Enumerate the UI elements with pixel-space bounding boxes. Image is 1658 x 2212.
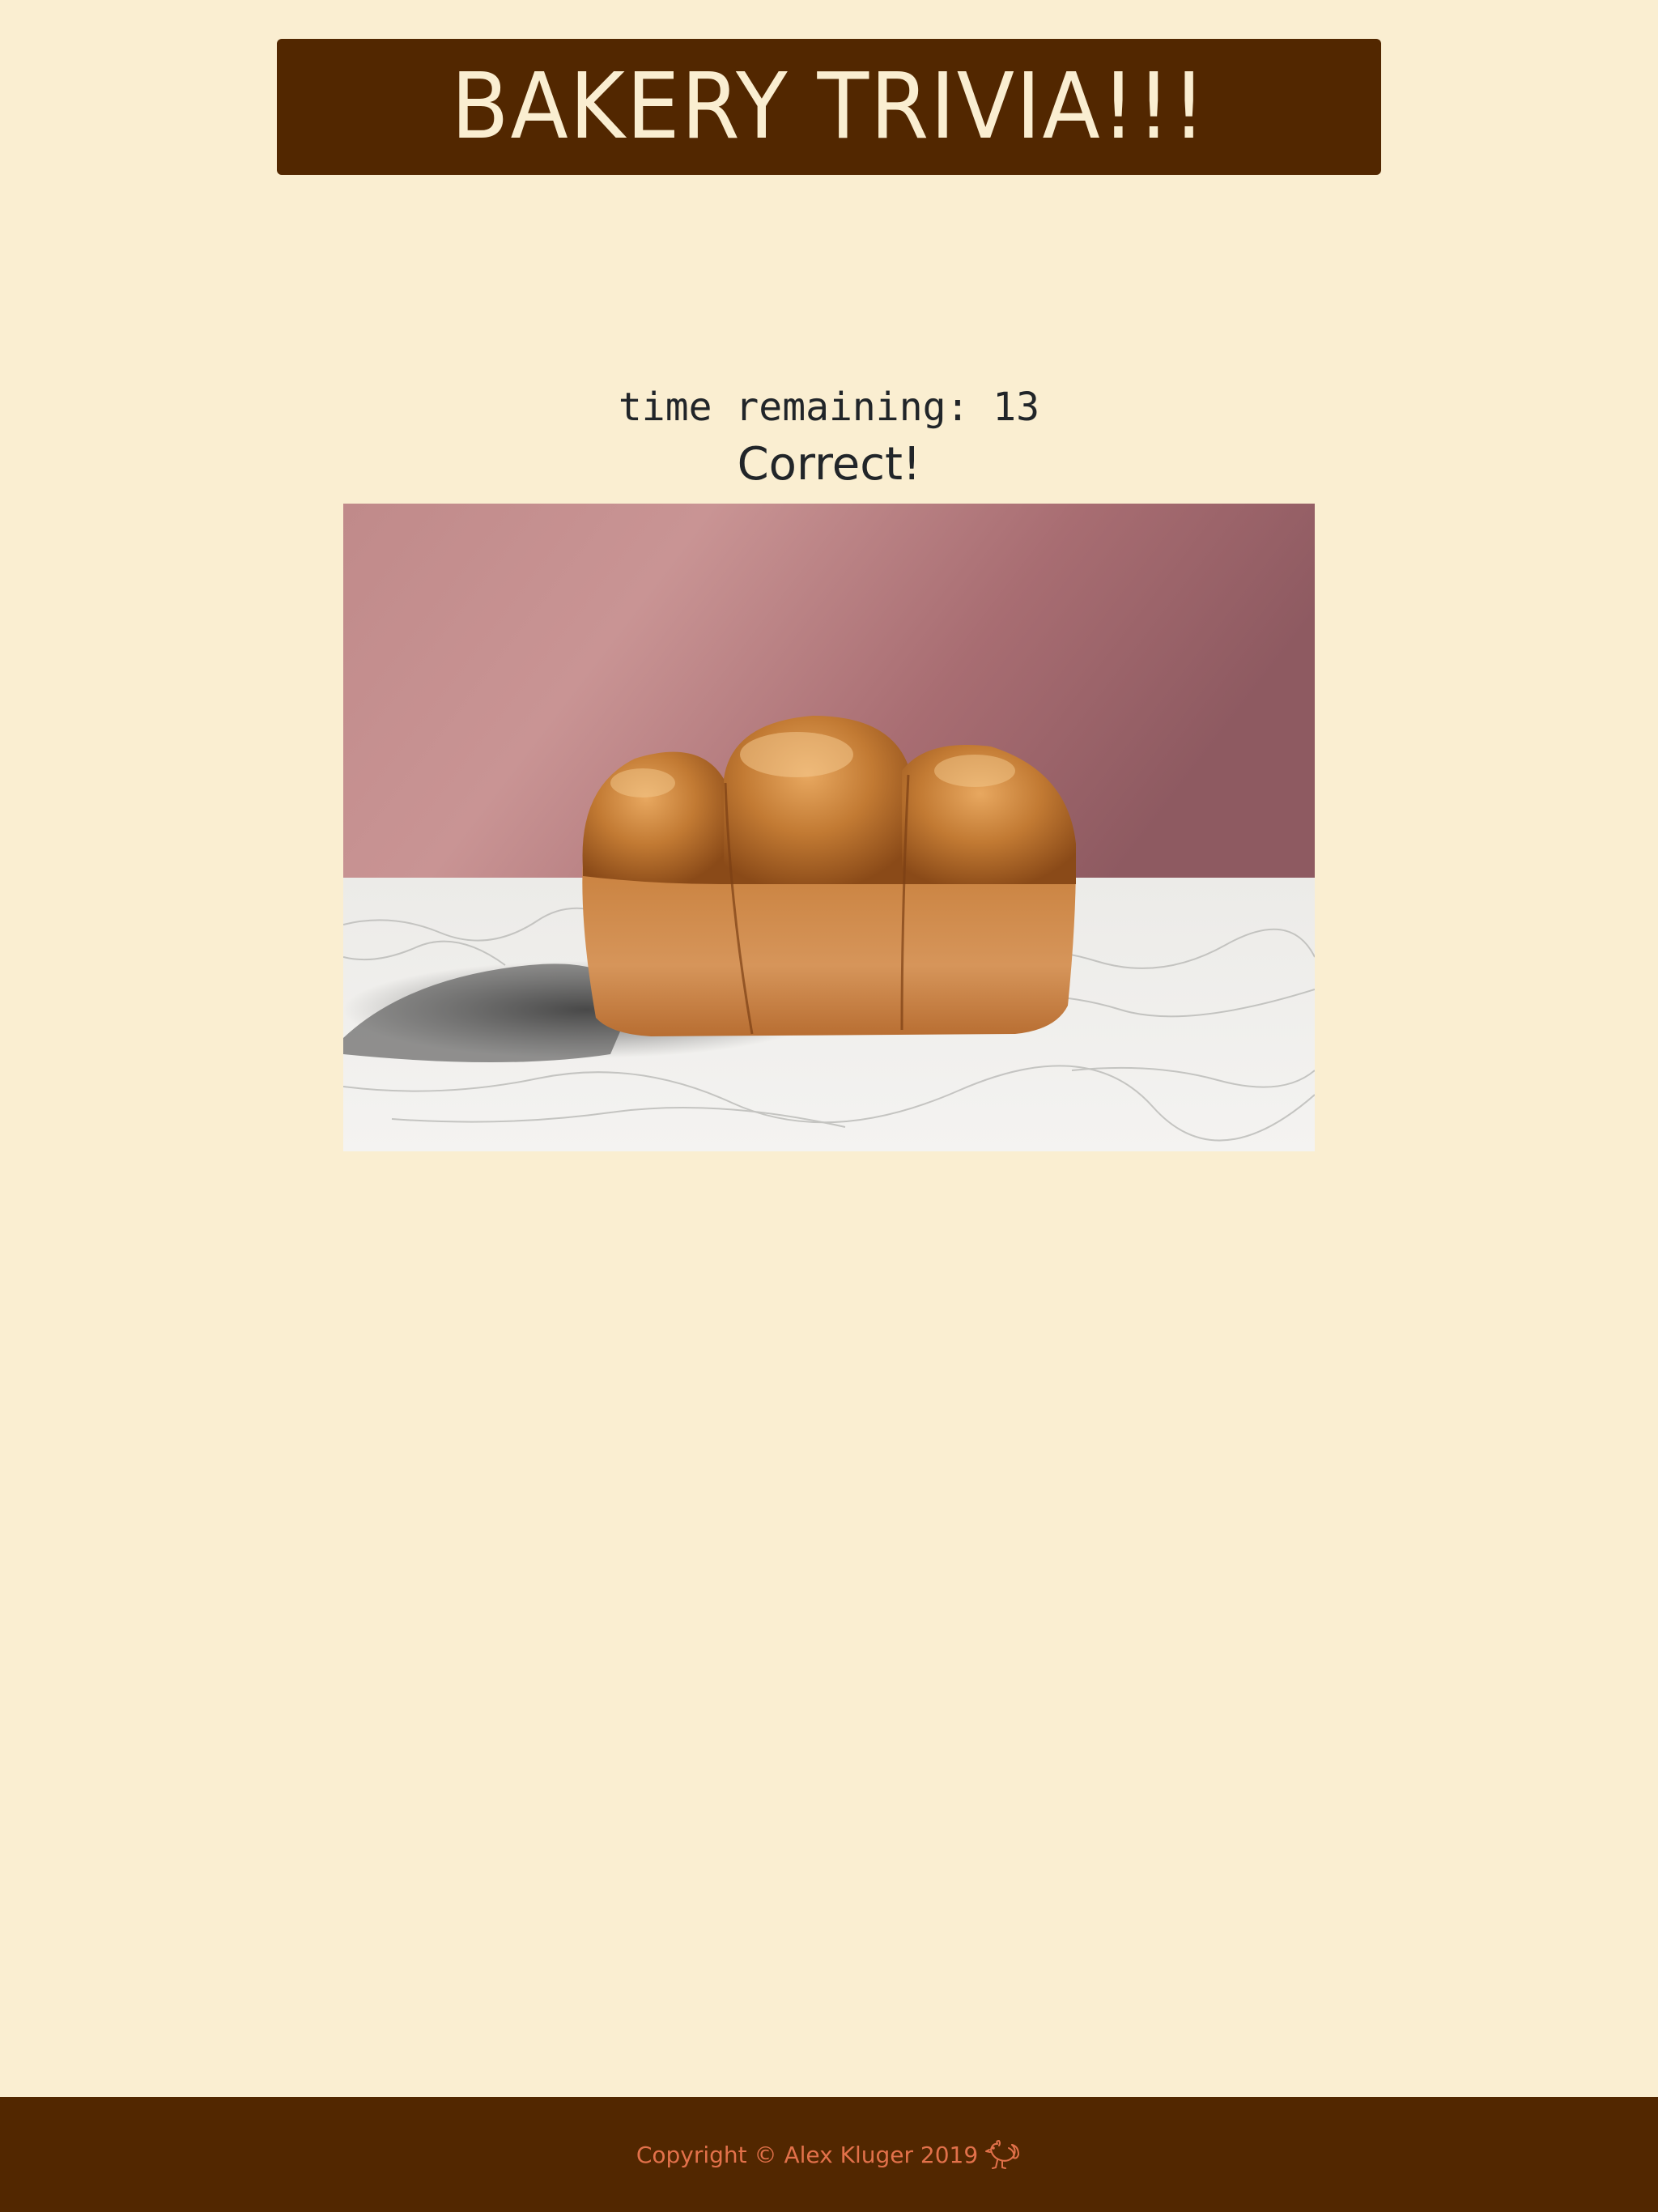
answer-result-message: Correct! [737, 438, 921, 491]
brioche-loaf-photo [343, 504, 1315, 1151]
rooster-icon [984, 2138, 1022, 2171]
time-remaining-display: time remaining: 13 [618, 385, 1040, 430]
footer-copyright: Copyright © Alex Kluger 2019 [636, 2138, 1022, 2171]
page-title: BAKERY TRIVIA!!! [450, 54, 1208, 160]
copyright-text: Copyright © Alex Kluger 2019 [636, 2141, 979, 2168]
header-banner: BAKERY TRIVIA!!! [277, 39, 1381, 175]
footer: Copyright © Alex Kluger 2019 [0, 2097, 1658, 2212]
